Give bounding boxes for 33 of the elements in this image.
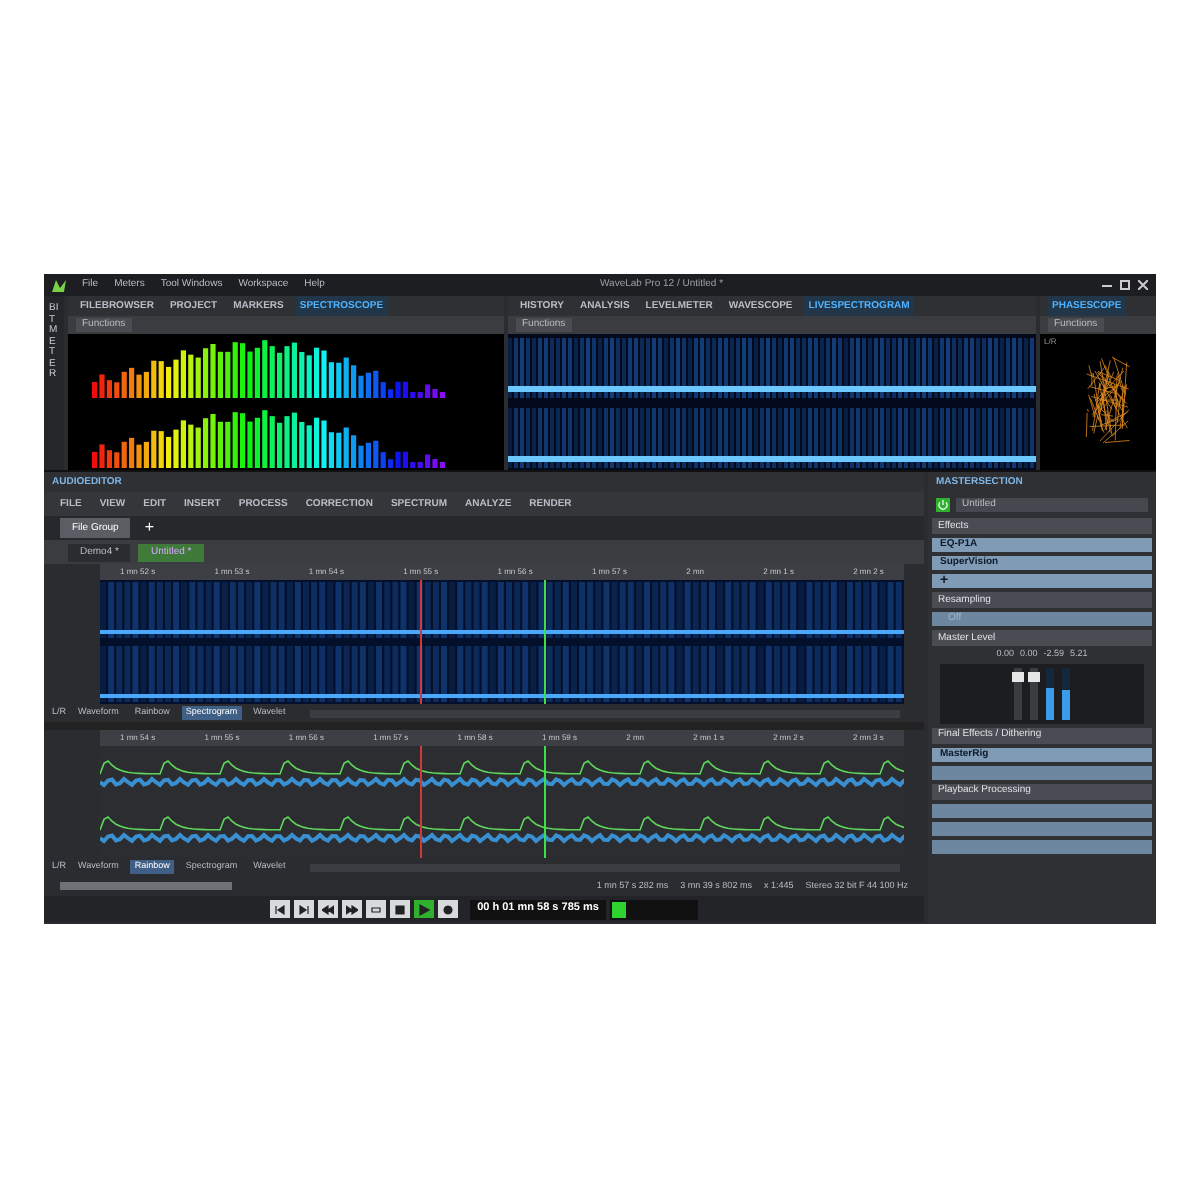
add-tab-button[interactable]: + <box>136 520 163 536</box>
empty-slot[interactable] <box>932 765 1152 779</box>
cursor-line <box>420 746 422 858</box>
play-icon <box>417 903 430 915</box>
maximize-icon <box>1120 280 1130 290</box>
forward-icon <box>345 903 358 915</box>
empty-slot[interactable] <box>932 839 1152 853</box>
forward-button[interactable] <box>341 900 362 918</box>
app-logo-icon <box>52 279 66 291</box>
power-icon <box>938 500 948 510</box>
rewind-icon <box>321 903 334 915</box>
skip-end-icon <box>297 903 310 915</box>
playhead-line <box>544 746 546 858</box>
phase-scope-drawing <box>1084 354 1132 446</box>
empty-slot[interactable] <box>932 803 1152 817</box>
stop-icon <box>393 903 406 915</box>
cursor-line <box>420 580 422 704</box>
skip-start-button[interactable] <box>269 900 290 918</box>
empty-slot[interactable] <box>932 821 1152 835</box>
rewind-button[interactable] <box>317 900 338 918</box>
stop-button[interactable] <box>389 900 410 918</box>
loop-icon <box>369 903 382 915</box>
playhead-line <box>544 580 546 704</box>
record-icon <box>441 903 454 915</box>
skip-start-icon <box>273 903 286 915</box>
loop-button[interactable] <box>365 900 386 918</box>
close-icon <box>1138 280 1148 290</box>
play-button[interactable] <box>413 900 434 918</box>
level-fill-icon <box>612 901 627 917</box>
skip-end-button[interactable] <box>293 900 314 918</box>
minimize-icon <box>1102 280 1112 290</box>
record-button[interactable] <box>437 900 458 918</box>
power-button[interactable] <box>936 498 950 512</box>
